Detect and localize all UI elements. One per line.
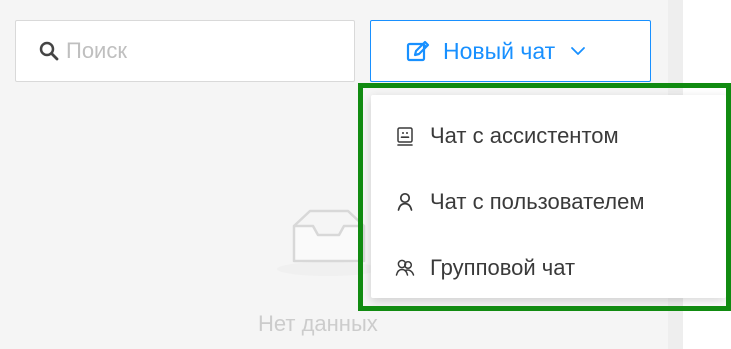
- empty-state-text: Нет данных: [258, 311, 378, 336]
- edit-icon: [406, 40, 430, 61]
- chevron-down-icon: [571, 47, 586, 55]
- search-box[interactable]: [15, 20, 355, 82]
- search-icon: [39, 41, 59, 61]
- menu-item-group-chat[interactable]: Групповой чат: [371, 235, 726, 301]
- chat-sidebar-screen: Новый чат Нет данных Чат с ассистентом: [0, 0, 731, 349]
- menu-item-assistant-chat[interactable]: Чат с ассистентом: [371, 103, 726, 169]
- assistant-icon: [397, 127, 413, 146]
- search-input[interactable]: [66, 34, 331, 68]
- menu-item-label: Чат с пользователем: [430, 189, 645, 214]
- user-icon: [397, 192, 413, 211]
- menu-item-user-chat[interactable]: Чат с пользователем: [371, 169, 726, 235]
- menu-item-label: Групповой чат: [430, 255, 576, 280]
- new-chat-dropdown-menu: Чат с ассистентом Чат с пользователем Гр…: [371, 95, 726, 298]
- new-chat-button-label: Новый чат: [443, 38, 556, 64]
- empty-inbox-icon: [277, 209, 379, 276]
- new-chat-button[interactable]: Новый чат: [370, 20, 651, 82]
- menu-item-label: Чат с ассистентом: [430, 123, 619, 148]
- group-icon: [395, 259, 415, 276]
